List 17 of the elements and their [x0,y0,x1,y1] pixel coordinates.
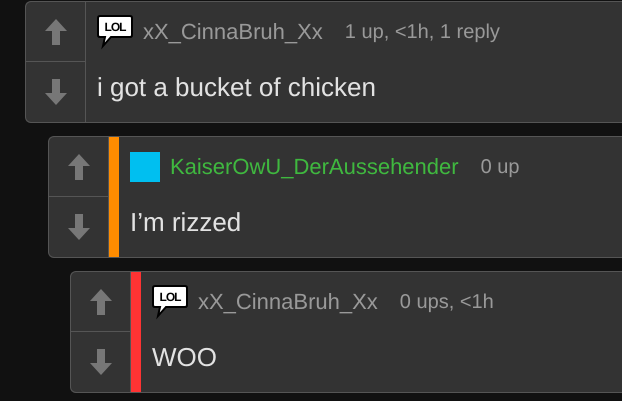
up-arrow-icon [68,154,90,180]
comment-text: I’m rizzed [130,206,242,238]
comment-text: WOO [152,340,218,374]
avatar-icon: LOL [97,14,133,50]
comment-meta: 1 up, <1h, 1 reply [344,20,500,45]
up-arrow-icon [44,18,66,44]
down-arrow-icon [44,79,66,105]
avatar-icon: LOL [152,284,188,320]
username-link[interactable]: xX_CinnaBruh_Xx [143,19,323,45]
username-link[interactable]: xX_CinnaBruh_Xx [198,289,378,315]
comment-text: i got a bucket of chicken [97,70,377,104]
comment-meta: 0 up [480,155,520,180]
down-arrow-icon [68,214,90,240]
comment-meta: 0 ups, <1h [400,290,494,315]
username-link[interactable]: KaiserOwU_DerAussehender [170,154,459,180]
down-arrow-icon [90,349,112,375]
up-arrow-icon [90,288,112,314]
